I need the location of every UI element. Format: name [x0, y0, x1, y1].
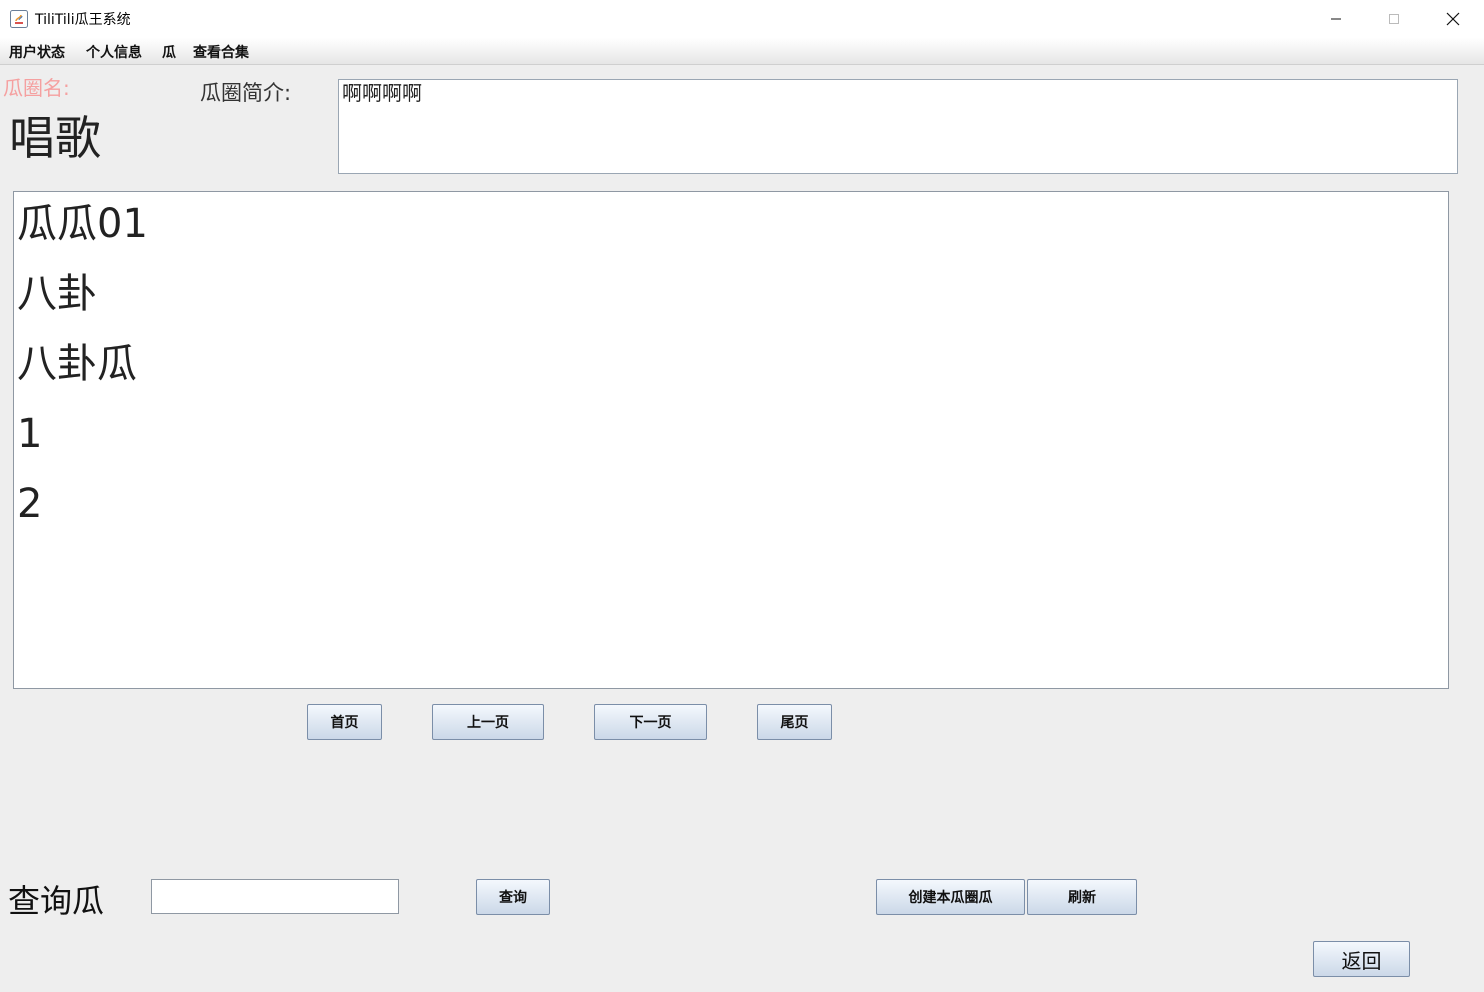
list-item[interactable]: 八卦瓜 [17, 342, 137, 386]
prev-page-button[interactable]: 上一页 [432, 704, 544, 740]
menu-personal-info[interactable]: 个人信息 [86, 42, 142, 62]
next-page-button[interactable]: 下一页 [594, 704, 707, 740]
maximize-icon [1389, 14, 1399, 24]
last-page-button[interactable]: 尾页 [757, 704, 832, 740]
create-melon-button[interactable]: 创建本瓜圈瓜 [876, 879, 1025, 915]
refresh-button[interactable]: 刷新 [1027, 879, 1137, 915]
java-app-icon [10, 10, 28, 28]
maximize-button[interactable] [1365, 0, 1423, 38]
search-button[interactable]: 查询 [476, 879, 550, 915]
circle-name-label: 瓜圈名: [3, 76, 70, 100]
list-item[interactable]: 2 [17, 482, 42, 526]
circle-intro-label: 瓜圈简介: [200, 81, 292, 105]
menu-melon[interactable]: 瓜 [162, 42, 176, 62]
search-label: 查询瓜 [8, 882, 105, 920]
back-button[interactable]: 返回 [1313, 941, 1410, 977]
menu-bar: 用户状态 个人信息 瓜 查看合集 [0, 38, 1484, 65]
circle-intro-textarea[interactable]: 啊啊啊啊 [338, 79, 1458, 174]
list-item[interactable]: 1 [17, 412, 42, 456]
melon-list[interactable]: 瓜瓜01 八卦 八卦瓜 1 2 [13, 191, 1449, 689]
close-icon [1446, 12, 1460, 26]
window-title: TiliTili瓜王系统 [35, 12, 131, 28]
minimize-button[interactable] [1307, 0, 1365, 38]
minimize-icon [1331, 18, 1341, 20]
title-bar: TiliTili瓜王系统 [0, 0, 1484, 38]
circle-name: 唱歌 [9, 111, 101, 165]
list-item[interactable]: 八卦 [17, 272, 97, 316]
close-button[interactable] [1424, 0, 1482, 38]
first-page-button[interactable]: 首页 [307, 704, 382, 740]
menu-view-collection[interactable]: 查看合集 [193, 42, 249, 62]
list-item[interactable]: 瓜瓜01 [17, 202, 148, 246]
menu-user-status[interactable]: 用户状态 [9, 42, 65, 62]
search-input[interactable] [151, 879, 399, 914]
